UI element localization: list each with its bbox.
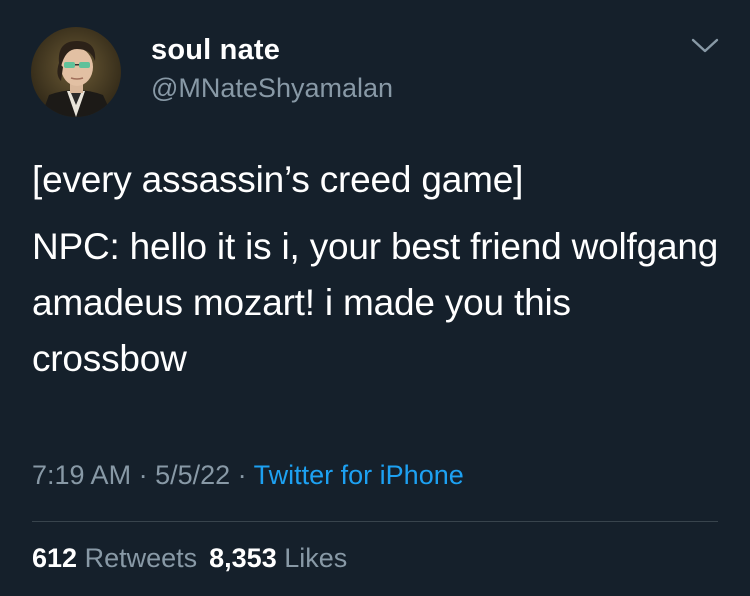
retweets-stat[interactable]: 612 Retweets: [32, 543, 197, 573]
tweet-paragraph: NPC: hello it is i, your best friend wol…: [32, 226, 719, 379]
divider: [32, 521, 718, 522]
tweet-source-link[interactable]: Twitter for iPhone: [254, 460, 464, 490]
retweets-label: Retweets: [84, 543, 198, 573]
avatar[interactable]: [31, 27, 121, 117]
meta-separator: ·: [230, 460, 254, 490]
tweet-meta: 7:19 AM · 5/5/22 · Twitter for iPhone: [32, 460, 464, 491]
tweet-stats: 612 Retweets 8,353 Likes: [32, 543, 347, 574]
tweet-date[interactable]: 5/5/22: [155, 460, 230, 490]
meta-separator: ·: [131, 460, 156, 490]
retweets-count: 612: [32, 543, 78, 573]
tweet-paragraph: [every assassin’s creed game]: [32, 159, 524, 200]
chevron-down-icon[interactable]: [690, 36, 720, 56]
likes-stat[interactable]: 8,353 Likes: [209, 543, 347, 573]
author-display-name[interactable]: soul nate: [151, 34, 280, 67]
author-handle[interactable]: @MNateShyamalan: [151, 73, 393, 104]
likes-label: Likes: [284, 543, 348, 573]
tweet-time[interactable]: 7:19 AM: [32, 460, 131, 490]
likes-count: 8,353: [209, 543, 277, 573]
tweet-body: [every assassin’s creed game] NPC: hello…: [32, 152, 722, 387]
avatar-portrait-image: [31, 27, 121, 117]
tweet-card: soul nate @MNateShyamalan [every assassi…: [0, 0, 750, 596]
